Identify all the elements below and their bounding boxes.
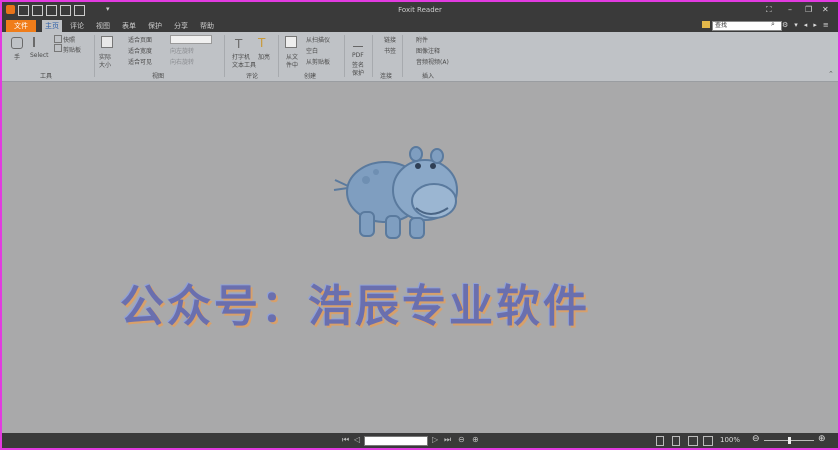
group-label-comment: 评论 [246, 73, 259, 80]
maximize-button[interactable]: ❐ [805, 5, 812, 14]
tab-home[interactable]: 主页 [42, 20, 62, 32]
hand-tool-label[interactable]: 手 [14, 52, 20, 61]
ribbon-tabs: 文件 主页 评论 视图 表单 保护 分享 帮助 查找 ⌕ ⚙ ▾ ◂ ▸ ≡ [2, 19, 838, 32]
from-file-button-line2[interactable]: 件中 [286, 60, 298, 69]
ribbon-separator [94, 35, 95, 77]
link-button[interactable]: 链接 [384, 35, 396, 44]
from-clipboard-button[interactable]: 从剪贴板 [306, 57, 330, 66]
rotate-left-button[interactable]: 向左旋转 [170, 46, 194, 55]
window-title: Foxit Reader [398, 6, 442, 14]
group-label-view: 视图 [152, 73, 165, 80]
prev-page-icon[interactable]: ◁ [354, 435, 360, 444]
next-view-icon[interactable]: ⊕ [472, 435, 479, 444]
continuous-icon[interactable] [672, 436, 680, 446]
search-icon[interactable]: ⌕ [771, 20, 775, 29]
fit-width-button[interactable]: 适合宽度 [128, 46, 152, 55]
actual-size-button-line2[interactable]: 大小 [99, 60, 111, 69]
tab-file[interactable]: 文件 [6, 20, 36, 32]
fit-visible-button[interactable]: 适合可见 [128, 57, 152, 66]
attachment-button[interactable]: 附件 [416, 35, 428, 44]
next-page-icon[interactable]: ▷ [432, 435, 438, 444]
audio-video-button[interactable]: 音频视频(A) [416, 57, 449, 66]
ribbon-separator [402, 35, 403, 77]
group-label-tools: 工具 [40, 73, 53, 80]
tab-view[interactable]: 视图 [96, 20, 110, 32]
tab-share[interactable]: 分享 [174, 20, 188, 32]
tab-protect[interactable]: 保护 [148, 20, 162, 32]
page-number-input[interactable] [364, 436, 428, 446]
prev-view-icon[interactable]: ⊖ [458, 435, 465, 444]
rotate-right-button[interactable]: 向右旋转 [170, 57, 194, 66]
first-page-icon[interactable]: ⏮ [342, 435, 349, 445]
group-label-links: 连接 [380, 73, 393, 80]
minimize-button[interactable]: – [788, 5, 792, 14]
select-tool-label[interactable]: Select [30, 52, 49, 59]
watermark-text: 公众号：浩辰专业软件 [120, 281, 590, 332]
status-bar: ⏮ ◁ ▷ ⏭ ⊖ ⊕ 100% ⊖ ⊕ [2, 433, 838, 448]
highlight-icon[interactable]: T [258, 36, 265, 50]
hippo-image [333, 146, 458, 239]
zoom-slider-handle[interactable] [788, 437, 791, 444]
title-bar: ▾ Foxit Reader ⛶ – ❐ ✕ [2, 2, 838, 19]
app-window: ▾ Foxit Reader ⛶ – ❐ ✕ 文件 主页 评论 视图 表单 保护… [0, 0, 840, 450]
pdf-sign-button-line3[interactable]: 保护 [352, 68, 364, 77]
highlight-button[interactable]: 加亮 [258, 52, 270, 61]
actual-size-icon[interactable] [101, 36, 113, 48]
last-page-icon[interactable]: ⏭ [444, 435, 451, 445]
clipboard-icon[interactable] [54, 44, 62, 52]
zoom-combobox[interactable] [170, 35, 212, 44]
single-page-icon[interactable] [656, 436, 664, 446]
hand-icon[interactable] [11, 37, 23, 49]
snapshot-button[interactable]: 快照 [63, 35, 75, 44]
pdf-sign-button[interactable]: PDF [352, 52, 364, 59]
ribbon-separator [372, 35, 373, 77]
bookmark-button[interactable]: 书签 [384, 46, 396, 55]
continuous-facing-icon[interactable] [703, 436, 713, 446]
fullscreen-icon[interactable]: ⛶ [766, 5, 772, 15]
chevron-down-icon[interactable]: ▾ [794, 21, 798, 29]
folder-icon[interactable] [702, 21, 710, 28]
ribbon-home: 手 Select 快照 剪贴板 工具 实际 大小 适合页面 适合宽度 适合可见 … [2, 32, 838, 82]
close-button[interactable]: ✕ [822, 5, 829, 14]
group-label-insert: 插入 [422, 73, 435, 80]
tab-toolbar-icons: ⚙ ▾ ◂ ▸ ≡ [782, 21, 829, 29]
group-label-create: 创建 [304, 73, 317, 80]
zoom-in-icon[interactable]: ⊕ [818, 434, 826, 444]
ribbon-separator [278, 35, 279, 77]
tab-help[interactable]: 帮助 [200, 20, 214, 32]
snapshot-icon[interactable] [54, 35, 62, 43]
ribbon-separator [344, 35, 345, 77]
from-scanner-button[interactable]: 从扫描仪 [306, 35, 330, 44]
back-icon[interactable]: ◂ [804, 21, 808, 29]
pdf-sign-icon[interactable] [353, 36, 363, 47]
zoom-out-icon[interactable]: ⊖ [752, 434, 760, 444]
tab-comment[interactable]: 评论 [70, 20, 84, 32]
menu-icon[interactable]: ≡ [823, 21, 829, 29]
blank-button[interactable]: 空白 [306, 46, 318, 55]
typewriter-icon[interactable]: T [235, 37, 242, 51]
image-annotation-button[interactable]: 图像注释 [416, 46, 440, 55]
gear-icon[interactable]: ⚙ [782, 21, 788, 29]
document-canvas: 公众号：浩辰专业软件 [2, 82, 838, 433]
fit-page-button[interactable]: 适合页面 [128, 35, 152, 44]
facing-icon[interactable] [688, 436, 698, 446]
zoom-level[interactable]: 100% [720, 436, 740, 444]
forward-icon[interactable]: ▸ [813, 21, 817, 29]
from-file-icon[interactable] [285, 36, 297, 48]
ribbon-separator [224, 35, 225, 77]
select-text-icon[interactable] [33, 37, 45, 47]
collapse-ribbon-icon[interactable]: ⌃ [828, 70, 834, 78]
tab-form[interactable]: 表单 [122, 20, 136, 32]
clipboard-button[interactable]: 剪贴板 [63, 45, 81, 54]
typewriter-button-line2[interactable]: 文本工具 [232, 60, 256, 69]
